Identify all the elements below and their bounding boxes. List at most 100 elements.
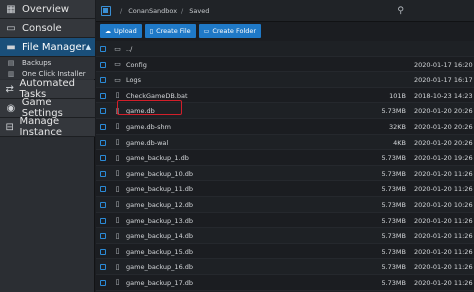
file-date: 2020-01-17 16:17 bbox=[414, 76, 473, 85]
row-checkbox[interactable] bbox=[100, 248, 106, 255]
file-size: 5.73MB bbox=[381, 232, 406, 241]
file-name[interactable]: game_backup_13.db bbox=[126, 217, 193, 225]
sidebar-item-file-manager[interactable]: ▬ File Manager ▲ bbox=[0, 38, 95, 57]
breadcrumb-item-conansandbox[interactable]: ConanSandbox bbox=[128, 7, 177, 15]
file-name[interactable]: game_backup_15.db bbox=[126, 248, 193, 256]
file-date: 2020-01-20 20:26 bbox=[414, 107, 473, 116]
folder-icon: ▬ bbox=[6, 41, 16, 53]
file-row[interactable]: ▯ game_backup_14.db 5.73MB 2020-01-20 11:26 bbox=[96, 228, 474, 244]
create-file-button-label: Create File bbox=[156, 27, 191, 35]
sidebar: ▦ Overview ▭ Console ▬ File Manager ▲ ▤ … bbox=[0, 0, 95, 292]
row-checkbox[interactable] bbox=[100, 92, 106, 99]
file-row[interactable]: ▯ game_backup_11.db 5.73MB 2020-01-20 11:26 bbox=[96, 181, 474, 197]
file-icon: ▯ bbox=[149, 27, 154, 35]
file-name[interactable]: game_backup_11.db bbox=[126, 185, 193, 193]
upload-icon: ☁ bbox=[105, 27, 111, 35]
file-row[interactable]: ▭ Config 2020-01-17 16:20 bbox=[96, 56, 474, 73]
sidebar-item-console[interactable]: ▭ Console bbox=[0, 19, 95, 38]
file-icon: ▯ bbox=[115, 91, 120, 100]
row-checkbox[interactable] bbox=[100, 155, 106, 162]
backups-icon: ▤ bbox=[7, 58, 15, 67]
file-row[interactable]: ▭ ../ bbox=[96, 41, 474, 57]
main-panel: / ConanSandbox / Saved ⚲ ☁ Upload ▯ Crea… bbox=[96, 0, 474, 292]
row-checkbox[interactable] bbox=[100, 170, 106, 177]
breadcrumb-item-saved[interactable]: Saved bbox=[189, 7, 209, 15]
file-size: 32KB bbox=[389, 122, 406, 131]
file-row[interactable]: ▯ game_backup_10.db 5.73MB 2020-01-20 11:26 bbox=[96, 165, 474, 182]
file-name[interactable]: game_backup_17.db bbox=[126, 279, 193, 287]
file-name[interactable]: game.db-shm bbox=[126, 123, 171, 131]
file-name[interactable]: game.db-wal bbox=[126, 139, 168, 147]
file-icon: ▯ bbox=[115, 169, 120, 178]
row-checkbox[interactable] bbox=[100, 279, 106, 286]
row-checkbox[interactable] bbox=[100, 123, 106, 130]
file-name[interactable]: CheckGameDB.bat bbox=[126, 92, 188, 100]
file-row[interactable]: ▯ game_backup_17.db 5.73MB 2020-01-20 11:26 bbox=[96, 274, 474, 291]
file-row[interactable]: ▯ game_backup_12.db 5.73MB 2020-01-20 10:26 bbox=[96, 196, 474, 213]
row-checkbox[interactable] bbox=[100, 77, 106, 84]
sidebar-item-manage-instance[interactable]: ⊟ Manage Instance bbox=[0, 116, 95, 138]
file-name[interactable]: game_backup_10.db bbox=[126, 170, 193, 178]
row-checkbox[interactable] bbox=[100, 139, 106, 146]
file-toolbar: ☁ Upload ▯ Create File ▭ Create Folder bbox=[96, 22, 474, 40]
sidebar-item-label: File Manager bbox=[22, 41, 86, 53]
file-row[interactable]: ▭ Logs 2020-01-17 16:17 bbox=[96, 72, 474, 88]
create-file-button[interactable]: ▯ Create File bbox=[144, 24, 196, 38]
file-row[interactable]: ▯ game.db-shm 32KB 2020-01-20 20:26 bbox=[96, 118, 474, 135]
file-name[interactable]: ../ bbox=[126, 45, 132, 53]
file-date: 2020-01-20 19:26 bbox=[414, 154, 473, 163]
folder-icon: ▭ bbox=[114, 44, 121, 53]
file-name[interactable]: game_backup_14.db bbox=[126, 232, 193, 240]
file-list: ▭ ../ ▭ Config 2020-01-17 16:20 ▭ Logs 2020-01-… bbox=[96, 41, 474, 292]
file-name[interactable]: game_backup_16.db bbox=[126, 263, 193, 271]
breadcrumb-separator: / bbox=[181, 6, 184, 15]
breadcrumb: / ConanSandbox / Saved ⚲ bbox=[96, 0, 474, 22]
search-icon[interactable]: ⚲ bbox=[397, 6, 404, 16]
row-checkbox[interactable] bbox=[100, 233, 106, 240]
row-checkbox[interactable] bbox=[100, 46, 106, 52]
file-name[interactable]: Logs bbox=[126, 76, 141, 84]
row-checkbox[interactable] bbox=[100, 108, 106, 115]
sidebar-subitem-backups[interactable]: ▤ Backups bbox=[0, 57, 95, 68]
file-size: 5.73MB bbox=[381, 185, 406, 194]
highlight-box bbox=[117, 100, 182, 115]
file-name[interactable]: Config bbox=[126, 61, 147, 69]
file-size: 101B bbox=[389, 91, 406, 100]
file-date: 2020-01-20 11:26 bbox=[414, 263, 473, 272]
file-name[interactable]: game_backup_1.db bbox=[126, 154, 189, 162]
tasks-icon: ⇄ bbox=[5, 83, 14, 95]
row-checkbox[interactable] bbox=[100, 217, 106, 224]
file-date: 2020-01-20 20:26 bbox=[414, 122, 473, 131]
file-icon: ▯ bbox=[115, 247, 120, 256]
file-date: 2020-01-20 11:26 bbox=[414, 232, 473, 241]
file-row[interactable]: ▯ game_backup_15.db 5.73MB 2020-01-20 11:26 bbox=[96, 243, 474, 260]
sidebar-item-label: Console bbox=[22, 22, 62, 34]
file-size: 5.73MB bbox=[381, 278, 406, 287]
file-size: 5.73MB bbox=[381, 200, 406, 209]
app-root: ▦ Overview ▭ Console ▬ File Manager ▲ ▤ … bbox=[0, 0, 474, 292]
file-size: 5.73MB bbox=[381, 107, 406, 116]
create-folder-button[interactable]: ▭ Create Folder bbox=[198, 24, 262, 38]
row-checkbox[interactable] bbox=[100, 264, 106, 271]
terminal-icon: ▭ bbox=[6, 22, 16, 34]
file-row[interactable]: ▯ game.db-wal 4KB 2020-01-20 20:26 bbox=[96, 134, 474, 151]
sidebar-item-overview[interactable]: ▦ Overview bbox=[0, 0, 95, 19]
row-checkbox[interactable] bbox=[100, 201, 106, 208]
file-icon: ▯ bbox=[115, 138, 120, 147]
file-icon: ▯ bbox=[115, 216, 120, 225]
create-folder-button-label: Create Folder bbox=[212, 27, 257, 35]
row-checkbox[interactable] bbox=[100, 61, 106, 68]
upload-button[interactable]: ☁ Upload bbox=[100, 24, 142, 38]
file-icon: ▯ bbox=[115, 278, 120, 287]
file-name[interactable]: game_backup_12.db bbox=[126, 201, 193, 209]
file-row[interactable]: ▯ game_backup_16.db 5.73MB 2020-01-20 11:26 bbox=[96, 259, 474, 275]
file-row[interactable]: ▯ game_backup_13.db 5.73MB 2020-01-20 11:26 bbox=[96, 212, 474, 229]
upload-button-label: Upload bbox=[114, 27, 137, 35]
dashboard-icon: ▦ bbox=[6, 3, 16, 15]
file-date: 2020-01-20 11:26 bbox=[414, 278, 473, 287]
manage-icon: ⊟ bbox=[5, 121, 14, 133]
row-checkbox[interactable] bbox=[100, 186, 106, 193]
sidebar-subitem-label: Backups bbox=[22, 58, 52, 67]
chevron-up-icon: ▲ bbox=[85, 43, 91, 51]
file-row[interactable]: ▯ game_backup_1.db 5.73MB 2020-01-20 19:26 bbox=[96, 150, 474, 166]
